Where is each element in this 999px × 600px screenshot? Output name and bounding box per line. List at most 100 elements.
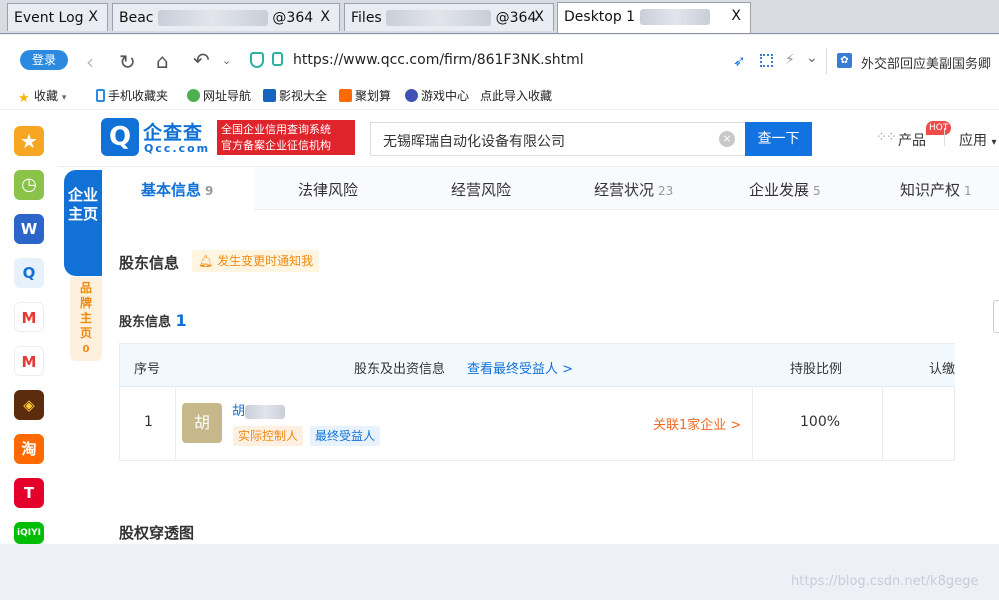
tab-label: 企业发展 [749, 181, 810, 199]
clear-search-icon[interactable]: × [719, 131, 735, 147]
tab-event-log[interactable]: Event Log X [7, 3, 108, 31]
tab-business-risk[interactable]: 经营风险 [451, 179, 511, 200]
shareholder-count: 1 [175, 311, 187, 330]
shareholder-name[interactable]: 胡 [232, 400, 286, 419]
globe-icon [187, 89, 200, 102]
tab-beacon[interactable]: Beac @364 X [112, 3, 340, 31]
undo-icon[interactable]: ↶ [193, 48, 210, 72]
qcc-logo-text[interactable]: 企查查 [143, 118, 203, 145]
grid-icon: ⁘⁘ [876, 130, 897, 145]
phone-icon [96, 89, 105, 102]
news-headline[interactable]: 外交部回应美副国务卿 [861, 53, 991, 72]
tab-basic-info[interactable]: 基本信息 9 [141, 179, 213, 200]
tab-close-icon[interactable]: X [731, 8, 741, 24]
gmail-icon[interactable]: M [14, 302, 44, 332]
divider [826, 48, 827, 74]
qr-code-icon[interactable] [760, 54, 773, 67]
bookmark-nav[interactable]: 网址导航 [187, 87, 251, 104]
tab-desktop[interactable]: Desktop 1 X [557, 2, 751, 33]
divider [882, 388, 883, 460]
bookmark-games[interactable]: 游戏中心 [405, 87, 469, 104]
view-beneficiary-link[interactable]: 查看最终受益人 > [467, 358, 573, 377]
notice-label: 发生变更时通知我 [217, 254, 314, 268]
avatar: 胡 [182, 403, 222, 443]
tab-count: 9 [205, 184, 214, 198]
game-icon [405, 89, 418, 102]
bookmark-import[interactable]: 点此导入收藏 [480, 87, 552, 104]
col-subscribed: 认缴 [929, 362, 956, 377]
back-icon[interactable]: ‹ [86, 50, 94, 74]
bookmark-label: 收藏 [34, 89, 59, 103]
tab-development[interactable]: 企业发展 5 [749, 179, 821, 200]
login-button[interactable]: 登录 [20, 50, 68, 70]
tab-label: 经营状况 [594, 181, 655, 199]
col-index: 序号 [134, 362, 161, 377]
bookmark-label: 游戏中心 [421, 89, 470, 103]
tab-title: Files [351, 10, 382, 26]
tab-business-status[interactable]: 经营状况 23 [594, 179, 673, 200]
tab-label: 基本信息 [141, 181, 202, 199]
dropdown-chevron-icon[interactable]: ⌄ [806, 50, 818, 66]
hot-badge: HOT [926, 121, 952, 135]
side-scroll-handle[interactable] [993, 300, 999, 333]
badge-line: 全国企业信用查询系统 [221, 123, 331, 136]
address-bar[interactable]: https://www.qcc.com/firm/861F3NK.shtml [293, 52, 584, 68]
brand-home-tab[interactable]: 品牌主页 0 [70, 277, 102, 361]
home-icon[interactable]: ⌂ [156, 49, 169, 73]
actual-controller-tag: 实际控制人 [233, 426, 304, 446]
subtitle-text: 股东信息 [119, 315, 172, 330]
product-menu[interactable]: 产品 [898, 130, 926, 150]
redaction [639, 9, 710, 25]
qcc-icon[interactable]: Q [14, 258, 44, 288]
tmall-icon[interactable]: T [14, 478, 44, 508]
col-shareholder-info: 股东及出资信息 [354, 362, 446, 377]
gmail-icon[interactable]: M [14, 346, 44, 376]
bell-icon: 🔔︎ [198, 254, 214, 268]
tab-ip[interactable]: 知识产权 1 [900, 179, 972, 200]
game-icon[interactable]: ◈ [14, 390, 44, 420]
lightning-icon[interactable]: ⚡ [785, 52, 795, 68]
refresh-icon[interactable]: ↻ [119, 50, 136, 74]
word-icon[interactable]: W [14, 214, 44, 244]
taobao-icon[interactable]: 淘 [14, 434, 44, 464]
qcc-logo-domain: Qcc.com [144, 142, 211, 155]
tab-legal-risk[interactable]: 法律风险 [298, 179, 358, 200]
qcc-logo-icon[interactable]: Q [101, 118, 139, 156]
bookmark-label: 聚划算 [355, 89, 392, 103]
search-button[interactable]: 查一下 [745, 122, 812, 156]
tab-files[interactable]: Files @364 X [344, 3, 554, 31]
related-companies-link[interactable]: 关联1家企业 > [653, 414, 741, 433]
bookmark-label: 影视大全 [279, 89, 328, 103]
bookmark-label: 手机收藏夹 [108, 89, 169, 103]
company-home-tab[interactable]: 企业主页 [64, 170, 102, 276]
iqiyi-icon[interactable]: iQIYI [14, 522, 44, 544]
tab-count: 5 [813, 184, 821, 198]
bookmark-video[interactable]: 影视大全 [263, 87, 327, 104]
tab-label: 经营风险 [451, 181, 512, 199]
tab-title: Beac [119, 10, 154, 26]
search-input[interactable]: 无锡晖瑞自动化设备有限公司 [370, 122, 746, 156]
tab-close-icon[interactable]: X [534, 9, 544, 25]
row-index: 1 [144, 414, 153, 430]
star-icon: ★ [18, 91, 30, 106]
change-notify-button[interactable]: 🔔︎ 发生变更时通知我 [192, 250, 320, 272]
rocket-icon[interactable]: ➶ [733, 52, 746, 70]
clock-icon[interactable]: ◷ [14, 170, 44, 200]
redaction [245, 404, 286, 419]
tab-close-icon[interactable]: X [320, 9, 330, 25]
col-share-ratio: 持股比例 [790, 362, 843, 377]
section-title-shareholders: 股东信息 [119, 254, 180, 272]
shield-icon [250, 52, 264, 68]
film-icon [263, 89, 276, 102]
bookmark-mobile[interactable]: 手机收藏夹 [96, 87, 168, 104]
apps-menu[interactable]: 应用 ▾ [959, 130, 996, 150]
badge-line: 官方备案企业征信机构 [221, 139, 331, 152]
taobao-icon [339, 89, 352, 102]
caret-down-icon: ▾ [991, 137, 997, 148]
brand-home-label: 品牌主页 [79, 281, 92, 340]
bookmark-juhuasuan[interactable]: 聚划算 [339, 87, 391, 104]
favorites-star-icon[interactable]: ★ [14, 126, 44, 156]
dropdown-chevron-icon[interactable]: ⌄ [222, 54, 231, 67]
bookmark-favorites[interactable]: ★ 收藏 ▾ [18, 87, 66, 106]
tab-close-icon[interactable]: X [88, 9, 98, 25]
